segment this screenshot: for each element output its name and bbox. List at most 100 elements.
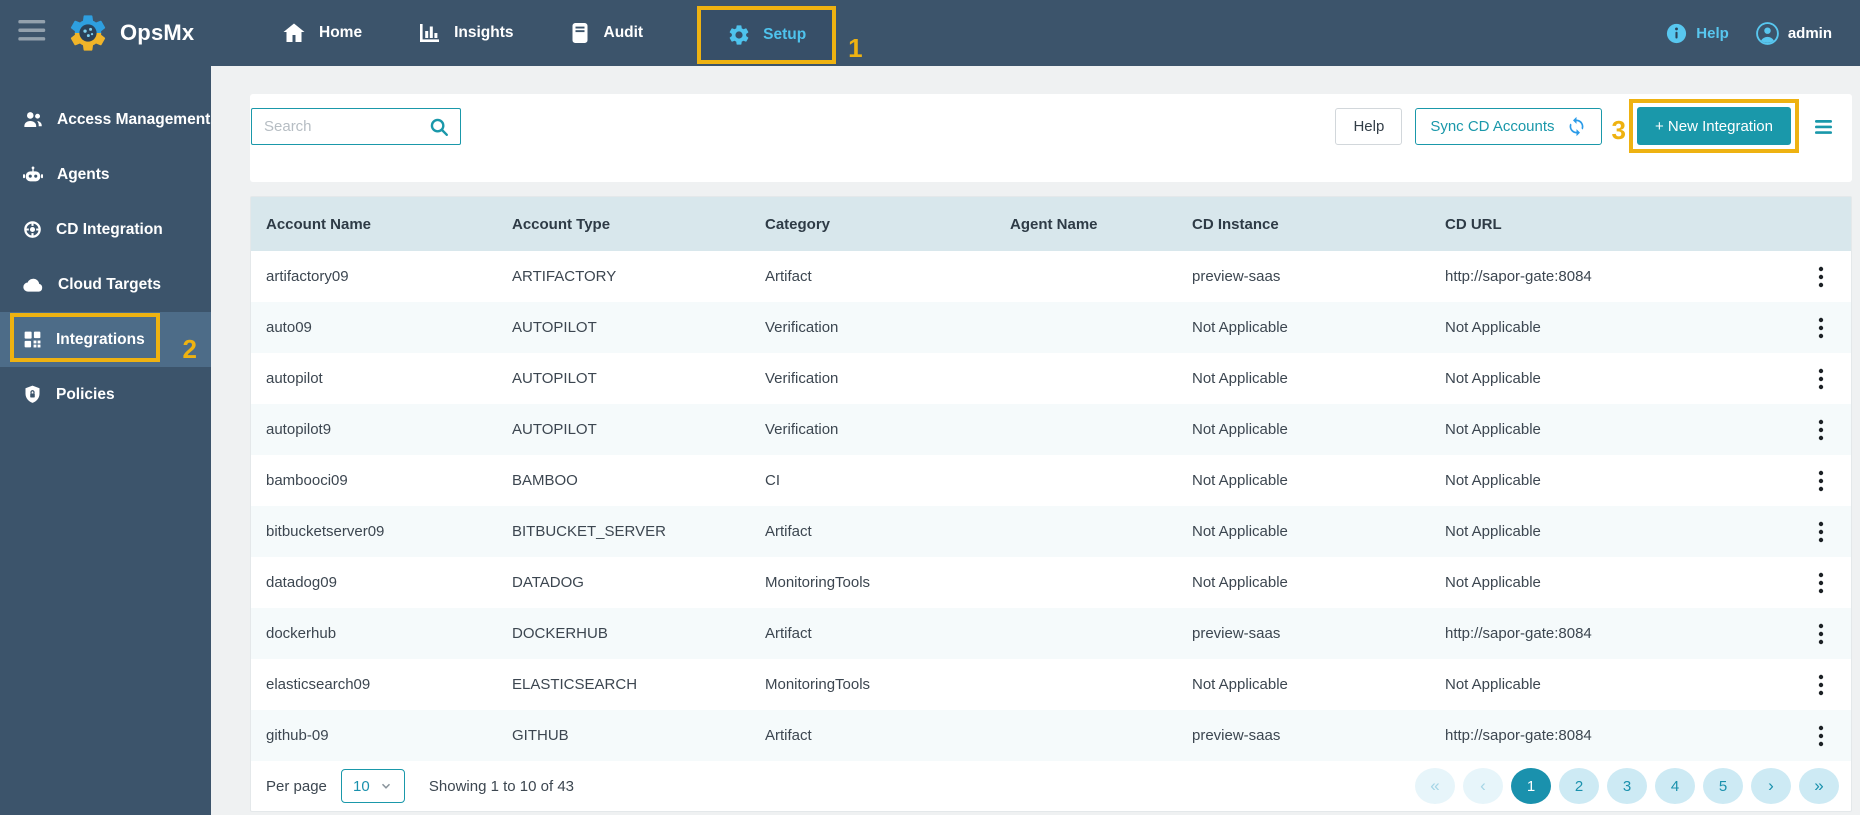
- cell-account-type: BITBUCKET_SERVER: [512, 523, 666, 540]
- table-row[interactable]: dockerhub DOCKERHUB Artifact preview-saa…: [251, 608, 1851, 659]
- navbar-right: Help admin: [1665, 21, 1860, 46]
- sidebar-item-label: Cloud Targets: [58, 275, 162, 293]
- nav-item-audit[interactable]: Audit: [568, 21, 643, 45]
- sidebar-item-cd-integration[interactable]: CD Integration: [0, 202, 211, 257]
- new-integration-highlight-box: + New Integration: [1629, 99, 1799, 153]
- page-button-1[interactable]: 1: [1511, 768, 1551, 804]
- cell-account-type: GITHUB: [512, 727, 569, 744]
- cell-cd-instance: Not Applicable: [1192, 523, 1288, 540]
- row-actions-kebab-icon[interactable]: [1810, 721, 1832, 751]
- sidebar-item-integrations[interactable]: Integrations 2: [0, 312, 211, 367]
- nav-item-home[interactable]: Home: [281, 21, 362, 45]
- row-actions-kebab-icon[interactable]: [1810, 313, 1832, 343]
- refresh-icon: [1569, 116, 1583, 137]
- cell-account-type: DOCKERHUB: [512, 625, 608, 642]
- row-actions-kebab-icon[interactable]: [1810, 466, 1832, 496]
- page-button-3[interactable]: 3: [1607, 768, 1647, 804]
- integrations-table: Account Name Account Type Category Agent…: [250, 196, 1852, 812]
- menu-hamburger-icon[interactable]: [18, 19, 48, 47]
- sidebar-item-access-management[interactable]: Access Management: [0, 92, 211, 147]
- cell-account-name: autopilot: [266, 370, 323, 387]
- main-content: Help Sync CD Accounts 3 + New Integratio…: [211, 66, 1860, 815]
- last-page-button[interactable]: »: [1799, 768, 1839, 804]
- sidebar-item-cloud-targets[interactable]: Cloud Targets: [0, 257, 211, 312]
- sync-cd-accounts-button[interactable]: Sync CD Accounts: [1415, 108, 1602, 145]
- row-actions-kebab-icon[interactable]: [1810, 619, 1832, 649]
- table-row[interactable]: autopilot AUTOPILOT Verification Not App…: [251, 353, 1851, 404]
- per-page-select[interactable]: 10: [340, 769, 405, 803]
- sidebar: Access Management Agents CD Integration …: [0, 66, 211, 815]
- table-row[interactable]: bambooci09 BAMBOO CI Not Applicable Not …: [251, 455, 1851, 506]
- table-row[interactable]: artifactory09 ARTIFACTORY Artifact previ…: [251, 251, 1851, 302]
- cell-cd-url: Not Applicable: [1445, 421, 1541, 438]
- opsmx-logo[interactable]: OpsMx: [66, 11, 226, 55]
- row-actions-kebab-icon[interactable]: [1810, 364, 1832, 394]
- cell-cd-url: Not Applicable: [1445, 472, 1541, 489]
- cell-category: Verification: [765, 370, 839, 387]
- column-header: Agent Name: [1010, 215, 1098, 233]
- primary-nav: Home Insights Audit Setup 1: [281, 0, 863, 66]
- cell-account-name: dockerhub: [266, 625, 337, 642]
- column-header: Account Type: [512, 215, 611, 233]
- first-page-button[interactable]: «: [1415, 768, 1455, 804]
- next-page-button[interactable]: ›: [1751, 768, 1791, 804]
- prev-page-button[interactable]: ‹: [1463, 768, 1503, 804]
- sidebar-item-policies[interactable]: Policies: [0, 367, 211, 422]
- table-row[interactable]: github-09 GITHUB Artifact preview-saas h…: [251, 710, 1851, 761]
- table-row[interactable]: autopilot9 AUTOPILOT Verification Not Ap…: [251, 404, 1851, 455]
- lifebuoy-icon: [24, 221, 41, 238]
- list-view-icon[interactable]: [1812, 115, 1836, 139]
- page-button-5[interactable]: 5: [1703, 768, 1743, 804]
- cell-cd-url: http://sapor-gate:8084: [1445, 268, 1592, 285]
- cell-account-name: github-09: [266, 727, 329, 744]
- row-actions-kebab-icon[interactable]: [1810, 262, 1832, 292]
- cloud-icon: [23, 278, 43, 292]
- row-actions-kebab-icon[interactable]: [1810, 670, 1832, 700]
- gear-icon: [729, 25, 749, 45]
- cell-cd-url: Not Applicable: [1445, 319, 1541, 336]
- user-menu[interactable]: admin: [1755, 21, 1832, 46]
- row-actions-kebab-icon[interactable]: [1810, 517, 1832, 547]
- nav-item-insights[interactable]: Insights: [416, 21, 514, 45]
- table-body: artifactory09 ARTIFACTORY Artifact previ…: [251, 251, 1851, 761]
- cell-cd-instance: Not Applicable: [1192, 676, 1288, 693]
- annotation-step-1: 1: [848, 33, 863, 63]
- nav-item-setup[interactable]: Setup: [727, 23, 806, 47]
- new-integration-button[interactable]: + New Integration: [1637, 107, 1791, 145]
- sidebar-item-label: Policies: [56, 385, 115, 403]
- page-button-2[interactable]: 2: [1559, 768, 1599, 804]
- people-icon: [24, 111, 42, 127]
- row-actions-kebab-icon[interactable]: [1810, 568, 1832, 598]
- bar-chart-icon: [420, 24, 440, 42]
- cell-account-name: bambooci09: [266, 472, 348, 489]
- row-actions-kebab-icon[interactable]: [1810, 415, 1832, 445]
- help-link[interactable]: Help: [1665, 22, 1729, 45]
- table-row[interactable]: datadog09 DATADOG MonitoringTools Not Ap…: [251, 557, 1851, 608]
- sidebar-item-label: Access Management: [57, 110, 211, 128]
- search-icon[interactable]: [428, 116, 450, 138]
- cell-account-type: ARTIFACTORY: [512, 268, 617, 285]
- cell-category: Artifact: [765, 268, 812, 285]
- table-row[interactable]: bitbucketserver09 BITBUCKET_SERVER Artif…: [251, 506, 1851, 557]
- cell-category: Artifact: [765, 727, 812, 744]
- table-row[interactable]: elasticsearch09 ELASTICSEARCH Monitoring…: [251, 659, 1851, 710]
- search-input[interactable]: [252, 118, 428, 135]
- journal-icon: [572, 23, 587, 43]
- username: admin: [1787, 24, 1832, 42]
- cell-account-name: bitbucketserver09: [266, 523, 385, 540]
- cell-cd-url: Not Applicable: [1445, 523, 1541, 540]
- help-label: Help: [1696, 24, 1729, 42]
- sidebar-item-label: Integrations: [56, 330, 145, 348]
- chevron-down-icon: [381, 783, 390, 789]
- cell-cd-url: Not Applicable: [1445, 370, 1541, 387]
- help-button[interactable]: Help: [1335, 108, 1403, 145]
- cell-category: Verification: [765, 421, 839, 438]
- column-header: Account Name: [266, 215, 372, 233]
- cell-account-name: autopilot9: [266, 421, 332, 438]
- nav-label: Home: [319, 24, 363, 41]
- page-button-4[interactable]: 4: [1655, 768, 1695, 804]
- table-row[interactable]: auto09 AUTOPILOT Verification Not Applic…: [251, 302, 1851, 353]
- sidebar-item-agents[interactable]: Agents: [0, 147, 211, 202]
- column-header: CD URL: [1445, 215, 1502, 233]
- annotation-step-3: 3: [1611, 115, 1626, 145]
